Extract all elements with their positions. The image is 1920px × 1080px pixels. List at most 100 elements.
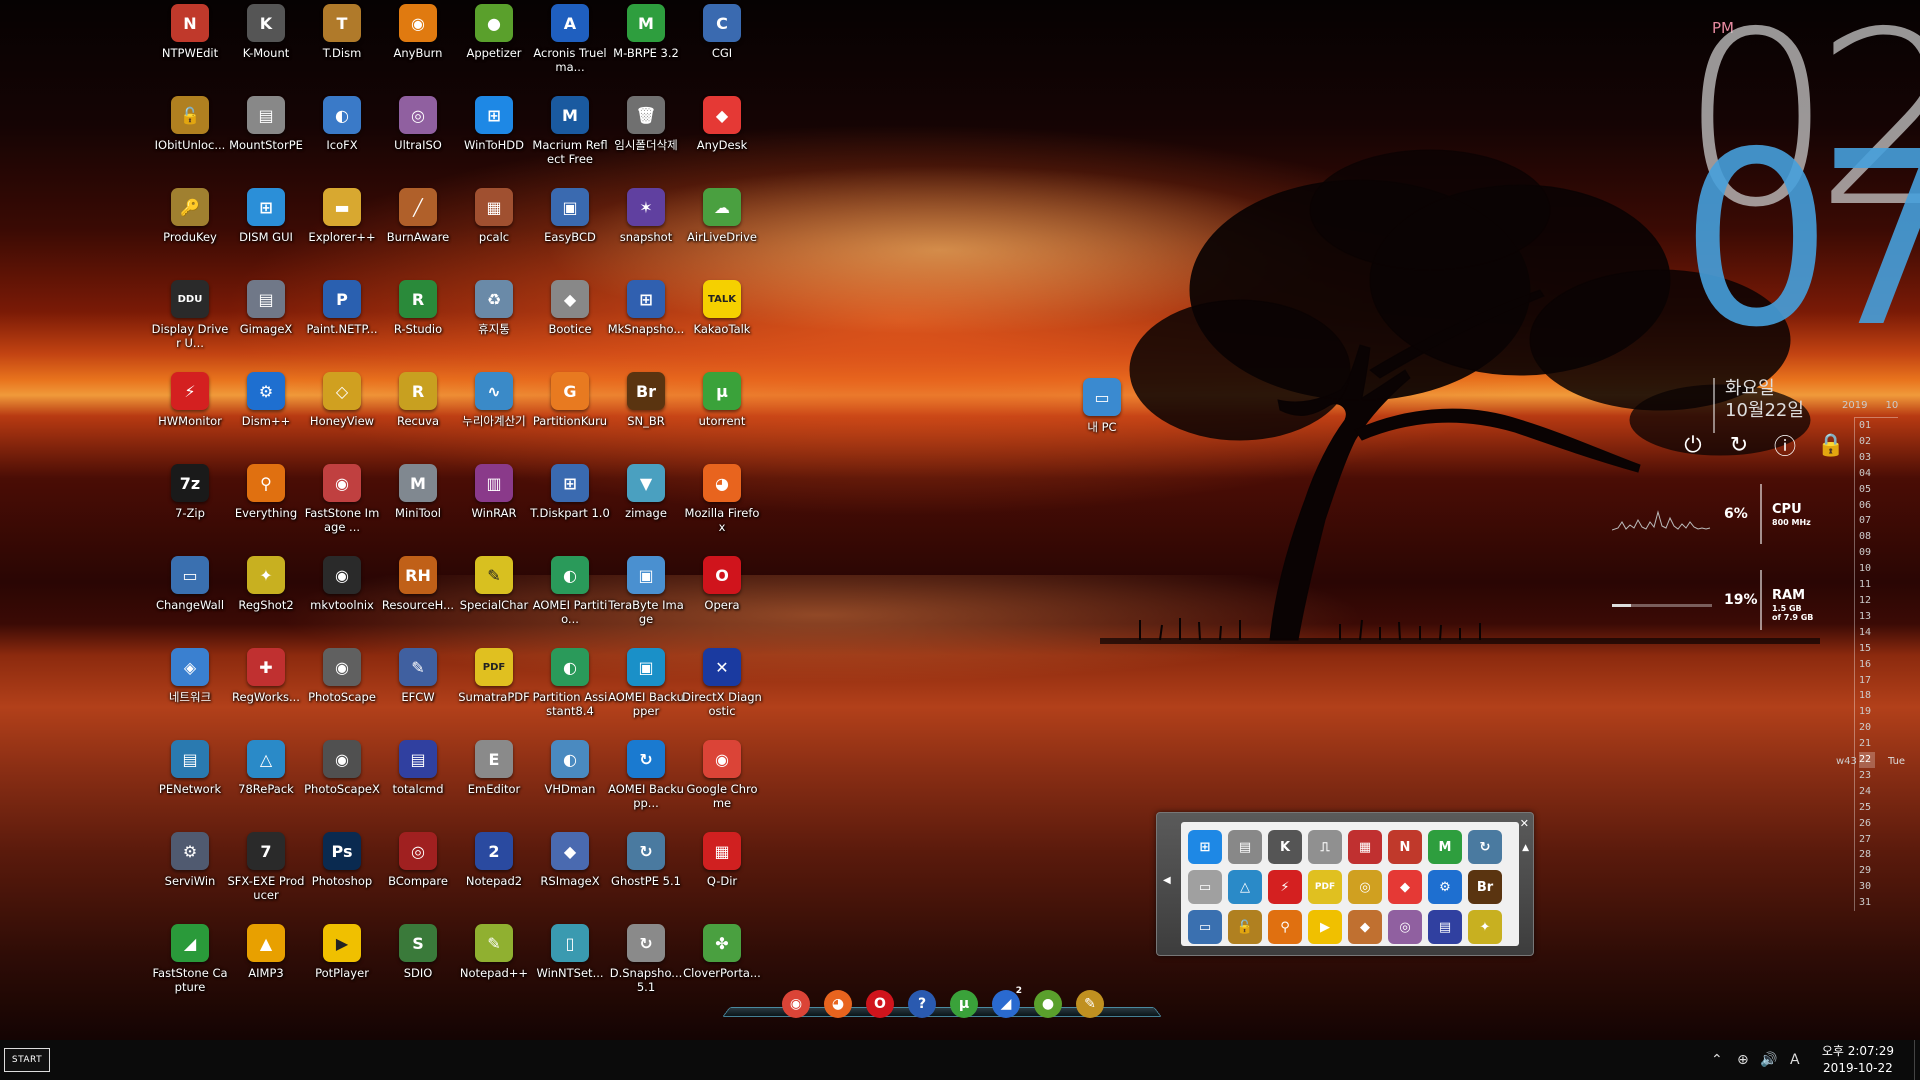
desktop-icon-photoscape[interactable]: ◉ PhotoScape	[302, 646, 382, 734]
mountstorpe-icon[interactable]: ▤	[1228, 830, 1262, 864]
desktop-icon-dism-plus[interactable]: ⚙ Dism++	[226, 370, 306, 458]
desktop-icon-snapshot[interactable]: ✶ snapshot	[606, 186, 686, 274]
ntpwedit-icon[interactable]: N	[1388, 830, 1422, 864]
partition-icon[interactable]: ▦	[1348, 830, 1382, 864]
desktop-icon-totalcmd[interactable]: ▤ totalcmd	[378, 738, 458, 826]
appetizer-icon[interactable]: ●	[1034, 990, 1062, 1018]
desktop-icon-dsnapshot[interactable]: ↻ D.Snapsho... 5.1	[606, 922, 686, 1010]
box-icon[interactable]: ◆	[1348, 910, 1382, 944]
desktop-icon-aomei-backupper[interactable]: ▣ AOMEI Backupper	[606, 646, 686, 734]
desktop-icon-airlivedrive[interactable]: ☁ AirLiveDrive	[682, 186, 762, 274]
desktop-icon-anydesk[interactable]: ◆ AnyDesk	[682, 94, 762, 182]
desktop-icon-ddu[interactable]: DDU Display Driver U...	[150, 278, 230, 366]
dism-plus-icon[interactable]: ⚙	[1428, 870, 1462, 904]
desktop-icon-gimagex[interactable]: ▤ GimageX	[226, 278, 306, 366]
desktop-icon-chrome[interactable]: ◉ Google Chrome	[682, 738, 762, 826]
desktop-icon-everything[interactable]: ⚲ Everything	[226, 462, 306, 550]
desktop-icon-vhdman[interactable]: ◐ VHDman	[530, 738, 610, 826]
desktop-icon-notepad2[interactable]: 2 Notepad2	[454, 830, 534, 918]
scroll-up-icon[interactable]: ▲	[1522, 843, 1529, 853]
desktop-icon-mksnapshot[interactable]: ⊞ MkSnapsho...	[606, 278, 686, 366]
desktop-icon-photoshop[interactable]: Ps Photoshop	[302, 830, 382, 918]
desktop-icon-rsimagex[interactable]: ◆ RSImageX	[530, 830, 610, 918]
desktop-icon-78repack[interactable]: △ 78RePack	[226, 738, 306, 826]
desktop-icon-opera[interactable]: O Opera	[682, 554, 762, 642]
potplayer-icon[interactable]: ▶	[1308, 910, 1342, 944]
cd-icon[interactable]: ◎	[1348, 870, 1382, 904]
shutdown-icon[interactable]: ⏻	[1680, 432, 1706, 458]
bridge-icon[interactable]: Br	[1468, 870, 1502, 904]
ime-icon[interactable]: A	[1785, 1050, 1805, 1070]
desktop-icon-sumatrapdf[interactable]: PDF SumatraPDF	[454, 646, 534, 734]
desktop-icon-trash[interactable]: 🗑 임시폴더삭제	[606, 94, 686, 182]
desktop-icon-notepad-plus[interactable]: ✎ Notepad++	[454, 922, 534, 1010]
desktop-icon-ghostpe[interactable]: ↻ GhostPE 5.1	[606, 830, 686, 918]
desktop-icon-aomei-partition[interactable]: ◐ AOMEI Partitio...	[530, 554, 610, 642]
usb-icon[interactable]: ⎍	[1308, 830, 1342, 864]
firefox-icon[interactable]: ◕	[824, 990, 852, 1018]
desktop-icon-partitionkuru[interactable]: G PartitionKuru	[530, 370, 610, 458]
close-icon[interactable]: ✕	[1520, 817, 1529, 830]
desktop-icon-mbrpe[interactable]: M M-BRPE 3.2	[606, 2, 686, 90]
desktop-icon-kakaotalk[interactable]: TALK KakaoTalk	[682, 278, 762, 366]
globe-icon[interactable]: ⊕	[1733, 1050, 1753, 1070]
speaker-icon[interactable]: 🔊	[1759, 1050, 1779, 1070]
restart-icon[interactable]: ↻	[1726, 432, 1752, 458]
hwmonitor-icon[interactable]: ⚡	[1268, 870, 1302, 904]
desktop-icon-k-mount[interactable]: K K-Mount	[226, 2, 306, 90]
desktop-icon-emeditor[interactable]: E EmEditor	[454, 738, 534, 826]
desktop-icon-changewall[interactable]: ▭ ChangeWall	[150, 554, 230, 642]
desktop-icon-recuva[interactable]: R Recuva	[378, 370, 458, 458]
desktop-icon-honeyview[interactable]: ◇ HoneyView	[302, 370, 382, 458]
desktop-icon-faststone[interactable]: ◉ FastStone Image ...	[302, 462, 382, 550]
desktop-icon-q-dir[interactable]: ▦ Q-Dir	[682, 830, 762, 918]
desktop-icon-aomei-backupper2[interactable]: ↻ AOMEI Backupp...	[606, 738, 686, 826]
desktop-icon-acronis[interactable]: A Acronis Truelma...	[530, 2, 610, 90]
changewall-icon[interactable]: ▭	[1188, 910, 1222, 944]
desktop-icon-appetizer[interactable]: ● Appetizer	[454, 2, 534, 90]
desktop-icon-ultraiso[interactable]: ◎ UltraISO	[378, 94, 458, 182]
desktop-icon-wintohdd[interactable]: ⊞ WinToHDD	[454, 94, 534, 182]
desktop-icon-firefox[interactable]: ◕ Mozilla Firefox	[682, 462, 762, 550]
collapse-left-icon[interactable]: ◀	[1163, 875, 1171, 886]
anydesk-icon[interactable]: ◆	[1388, 870, 1422, 904]
k-mount-icon[interactable]: K	[1268, 830, 1302, 864]
desktop-icon-penetwork[interactable]: ▤ PENetwork	[150, 738, 230, 826]
desktop-icon-utorrent[interactable]: μ utorrent	[682, 370, 762, 458]
desktop-icon-anyburn[interactable]: ◉ AnyBurn	[378, 2, 458, 90]
show-desktop-button[interactable]	[1914, 1040, 1920, 1080]
mbrpe-icon[interactable]: M	[1428, 830, 1462, 864]
desktop-icon-macrium[interactable]: M Macrium Reflect Free	[530, 94, 610, 182]
desktop-icon-efcw[interactable]: ✎ EFCW	[378, 646, 458, 734]
desktop-icon-bridge[interactable]: Br SN_BR	[606, 370, 686, 458]
desktop-icon-winntsetup[interactable]: ▯ WinNTSet...	[530, 922, 610, 1010]
tray-clock[interactable]: 오후 2:07:29 2019-10-22	[1822, 1043, 1894, 1077]
desktop-icon-regshot[interactable]: ✦ RegShot2	[226, 554, 306, 642]
sumatrapdf-icon[interactable]: PDF	[1308, 870, 1342, 904]
desktop-icon-mkvtoolnix[interactable]: ◉ mkvtoolnix	[302, 554, 382, 642]
start-button[interactable]: START	[4, 1048, 50, 1072]
everything-icon[interactable]: ⚲	[1268, 910, 1302, 944]
78repack-icon[interactable]: △	[1228, 870, 1262, 904]
help-icon[interactable]: ?	[908, 990, 936, 1018]
ultraiso-icon[interactable]: ◎	[1388, 910, 1422, 944]
desktop-icon-r-studio[interactable]: R R-Studio	[378, 278, 458, 366]
desktop-icon-network[interactable]: ◈ 네트워크	[150, 646, 230, 734]
desktop-icon-resource-hacker[interactable]: RH ResourceH...	[378, 554, 458, 642]
desktop-icon-cgi[interactable]: C CGI	[682, 2, 762, 90]
desktop-icon-recycle-bin[interactable]: ♻ 휴지통	[454, 278, 534, 366]
desktop-icon-zimage[interactable]: ▼ zimage	[606, 462, 686, 550]
drive-icon[interactable]: ▭	[1188, 870, 1222, 904]
desktop-icon-specialchar[interactable]: ✎ SpecialChar	[454, 554, 534, 642]
desktop-icon-paintnet[interactable]: P Paint.NETP...	[302, 278, 382, 366]
desktop-icon-winrar[interactable]: ▥ WinRAR	[454, 462, 534, 550]
network-signal-icon[interactable]: ◢ 2	[992, 986, 1022, 1018]
desktop-icon-nuria-calculator[interactable]: ∿ 누리아계산기	[454, 370, 534, 458]
desktop-icon-hwmonitor[interactable]: ⚡ HWMonitor	[150, 370, 230, 458]
desktop-icon-icofx[interactable]: ◐ IcoFX	[302, 94, 382, 182]
desktop-icon-serviwin[interactable]: ⚙ ServiWin	[150, 830, 230, 918]
windows-icon[interactable]: ⊞	[1188, 830, 1222, 864]
desktop-icon-tdism[interactable]: T T.Dism	[302, 2, 382, 90]
desktop-icon-photoscapex[interactable]: ◉ PhotoScapeX	[302, 738, 382, 826]
logoff-icon[interactable]: ⓘ	[1772, 432, 1798, 460]
